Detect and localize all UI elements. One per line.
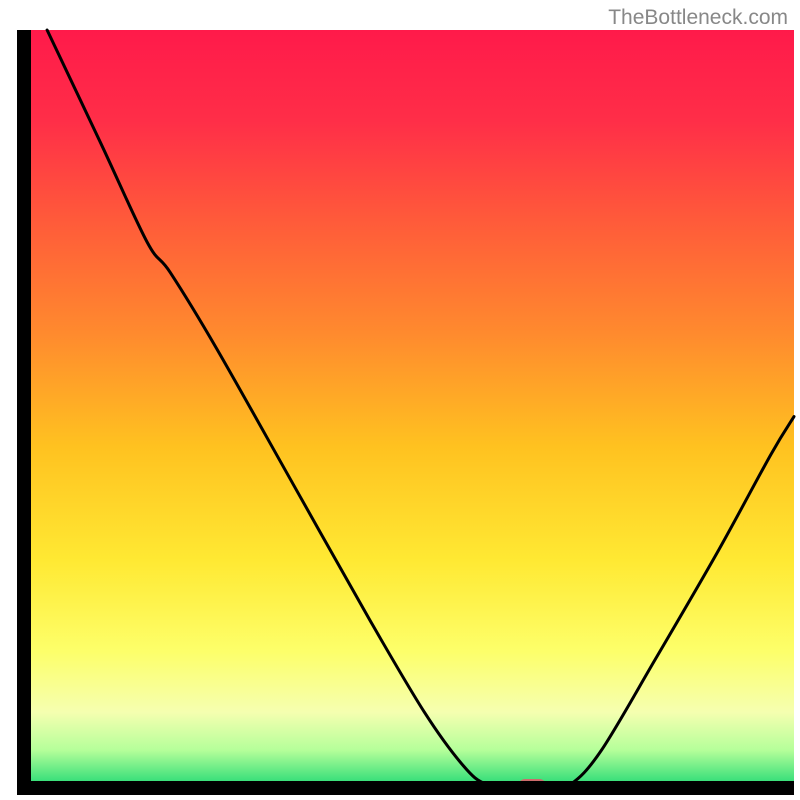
plot-area [17,30,794,794]
bottleneck-chart: TheBottleneck.com [0,0,800,800]
watermark-text: TheBottleneck.com [608,6,788,30]
gradient-background [24,30,794,788]
chart-svg [0,0,800,800]
